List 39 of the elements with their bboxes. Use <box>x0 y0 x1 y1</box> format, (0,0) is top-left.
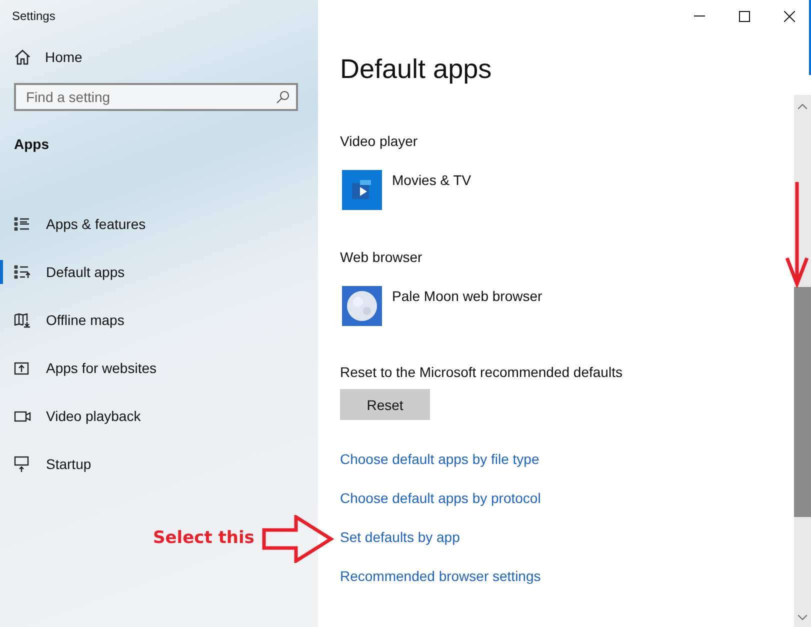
list-icon <box>14 217 30 231</box>
section-heading: Apps <box>13 135 50 154</box>
maximize-icon[interactable] <box>739 10 750 22</box>
default-app-button[interactable]: Movies & TV <box>342 170 472 210</box>
scrollbar-thumb[interactable] <box>794 287 811 517</box>
search-field[interactable]: Find a setting <box>14 83 298 111</box>
reset-label: Reset to the Microsoft recommended defaults <box>340 364 624 380</box>
nav-item[interactable]: Offline maps <box>0 296 318 344</box>
minimize-icon[interactable] <box>694 15 705 17</box>
scroll-down-icon[interactable] <box>798 614 807 620</box>
settings-link[interactable]: Set defaults by app <box>340 528 460 547</box>
default-app-button[interactable]: Pale Moon web browser <box>342 286 542 326</box>
settings-link[interactable]: Recommended browser settings <box>340 567 541 586</box>
annotation-text: Select this <box>153 528 254 548</box>
movie-play-icon <box>342 170 382 210</box>
home-nav-item[interactable]: Home <box>0 33 318 81</box>
category-label: Web browser <box>340 249 424 265</box>
home-icon <box>14 49 31 65</box>
close-icon[interactable] <box>784 10 795 22</box>
nav-item[interactable]: Apps & features <box>0 200 318 248</box>
annotation-arrow <box>262 515 334 563</box>
page-title: Default apps <box>340 54 493 86</box>
nav-item[interactable]: Apps for websites <box>0 344 318 392</box>
nav-item[interactable]: Default apps <box>0 248 318 296</box>
settings-link[interactable]: Choose default apps by file type <box>340 450 540 469</box>
monitor-arrow-icon <box>14 456 29 472</box>
video-camera-icon <box>14 410 31 422</box>
map-icon <box>14 312 31 328</box>
settings-link[interactable]: Choose default apps by protocol <box>340 489 541 508</box>
window-title: Settings <box>11 8 56 25</box>
nav-item[interactable]: Startup <box>0 440 318 488</box>
list-arrow-icon <box>14 265 30 279</box>
nav-item[interactable]: Video playback <box>0 392 318 440</box>
moon-icon <box>342 286 382 326</box>
category-label: Video player <box>340 133 419 149</box>
reset-button[interactable]: Reset <box>340 389 430 420</box>
scroll-up-icon[interactable] <box>798 104 807 108</box>
search-icon <box>276 90 290 104</box>
scrollbar[interactable] <box>794 95 811 627</box>
